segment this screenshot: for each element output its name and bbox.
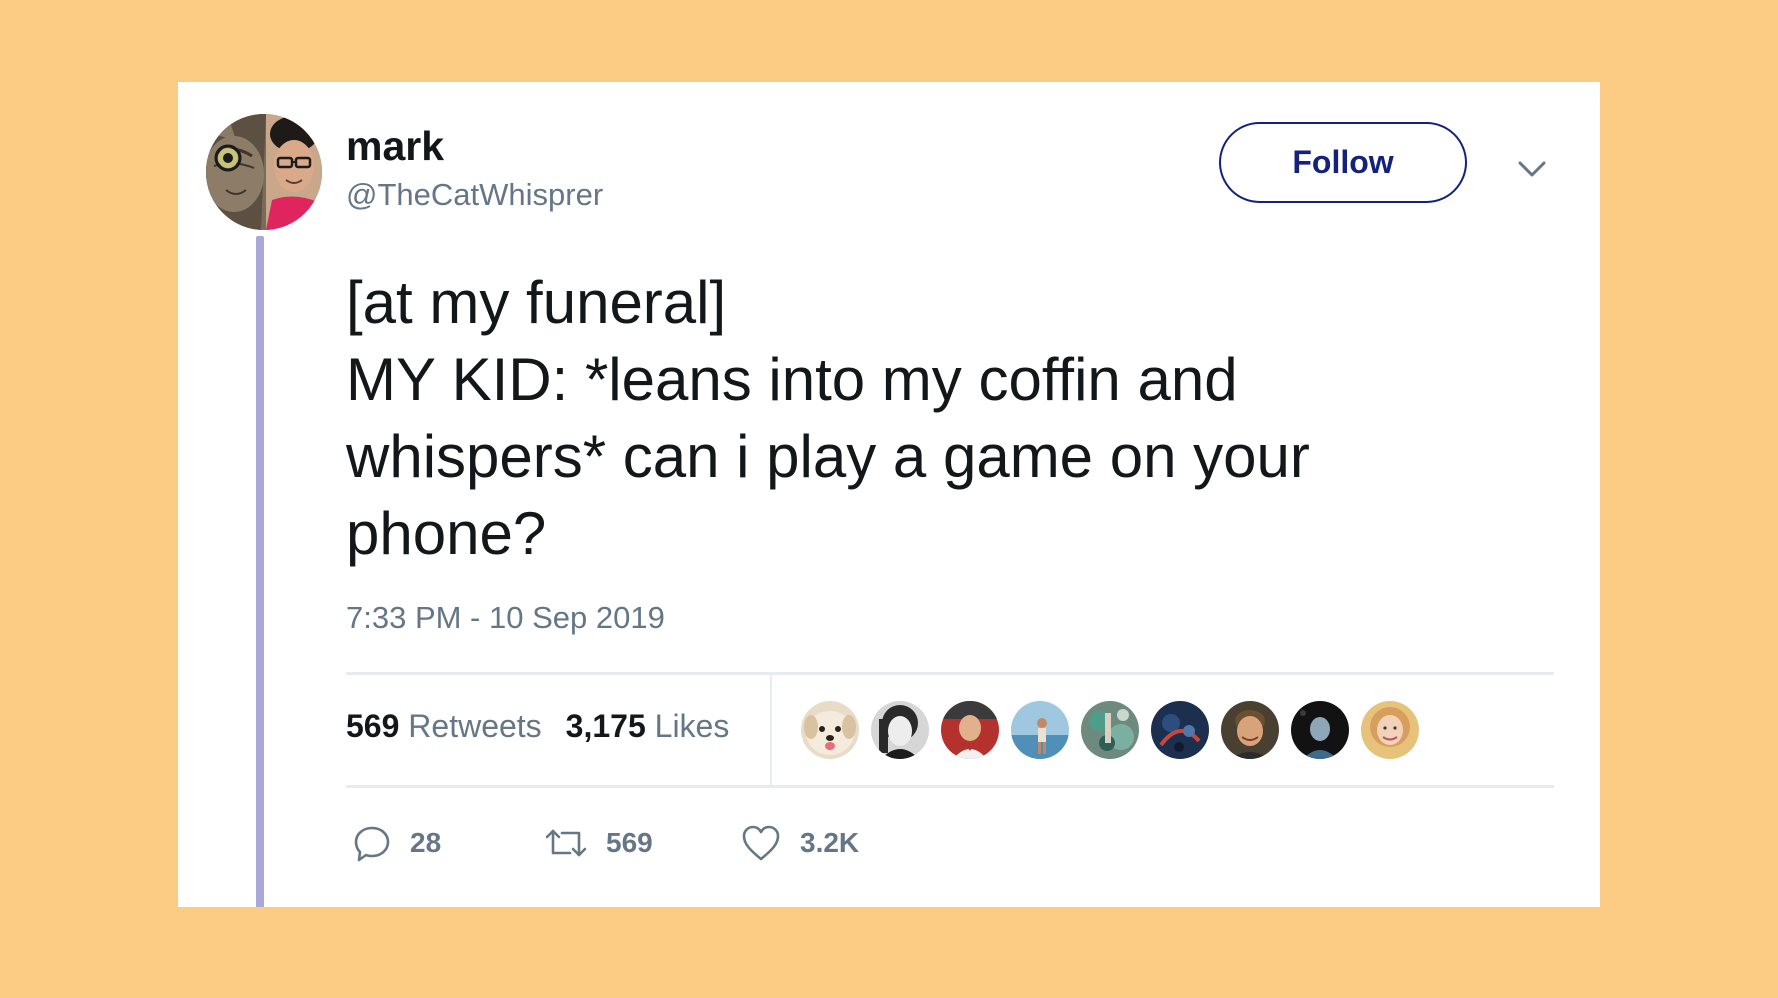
tweet-text-line: MY KID: *leans into my coffin and <box>346 346 1238 413</box>
liker-avatar[interactable] <box>801 701 859 759</box>
liker-avatars <box>801 701 1419 759</box>
like-button[interactable]: 3.2K <box>740 822 859 864</box>
liker-avatar[interactable] <box>1361 701 1419 759</box>
retweets-stat-count: 569 <box>346 708 400 744</box>
heart-icon <box>740 823 782 863</box>
liker-avatar[interactable] <box>1291 701 1349 759</box>
retweets-stat-label: Retweets <box>408 708 542 744</box>
retweet-button[interactable]: 569 <box>544 822 653 864</box>
liker-avatar[interactable] <box>941 701 999 759</box>
like-count: 3.2K <box>800 827 860 858</box>
tweet-text-line: [at my funeral] <box>346 269 727 336</box>
display-name[interactable]: mark <box>346 122 444 171</box>
tweet-card: mark @TheCatWhisprer Follow [at my funer… <box>178 82 1600 907</box>
tweet-text-line: phone? <box>346 500 547 567</box>
tweet-stats: 569 Retweets 3,175 Likes <box>346 708 729 745</box>
retweets-stat[interactable]: 569 Retweets <box>346 708 542 745</box>
reply-count: 28 <box>410 827 442 858</box>
reply-button[interactable]: 28 <box>352 822 441 864</box>
tweet-text: [at my funeral] MY KID: *leans into my c… <box>346 264 1506 572</box>
liker-avatar[interactable] <box>1011 701 1069 759</box>
likes-stat-label: Likes <box>654 708 730 744</box>
chevron-down-icon[interactable] <box>1516 158 1548 180</box>
divider <box>346 672 1554 675</box>
retweet-icon <box>544 823 588 863</box>
user-avatar[interactable] <box>206 114 322 230</box>
reply-icon <box>352 823 392 863</box>
user-handle[interactable]: @TheCatWhisprer <box>346 176 603 213</box>
liker-avatar[interactable] <box>1151 701 1209 759</box>
divider <box>346 785 1554 788</box>
liker-avatar[interactable] <box>1081 701 1139 759</box>
retweet-count: 569 <box>606 827 653 858</box>
follow-button[interactable]: Follow <box>1219 122 1467 203</box>
thread-line <box>256 236 264 907</box>
likes-stat[interactable]: 3,175 Likes <box>566 708 730 745</box>
liker-avatar[interactable] <box>871 701 929 759</box>
liker-avatar[interactable] <box>1221 701 1279 759</box>
tweet-text-line: whispers* can i play a game on your <box>346 423 1310 490</box>
divider <box>770 674 772 785</box>
likes-stat-count: 3,175 <box>565 708 646 744</box>
tweet-timestamp[interactable]: 7:33 PM - 10 Sep 2019 <box>346 600 665 636</box>
